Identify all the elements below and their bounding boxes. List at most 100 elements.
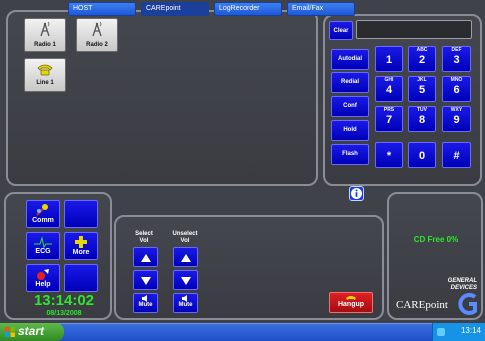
key-6[interactable]: MNO 6 bbox=[442, 76, 471, 102]
clear-button[interactable]: Clear bbox=[329, 21, 353, 40]
select-mute-label: Mute bbox=[138, 302, 153, 308]
select-vol-up-button[interactable] bbox=[133, 247, 158, 267]
key-7[interactable]: PRS 7 bbox=[375, 106, 403, 132]
taskbar-item-logrecorder[interactable]: LogRecorder bbox=[214, 2, 282, 16]
key-7-letters: PRS bbox=[383, 107, 395, 113]
key-8-letters: TUV bbox=[417, 107, 427, 113]
comm-label: Comm bbox=[32, 217, 54, 224]
key-star[interactable]: * bbox=[375, 142, 403, 168]
carepoint-swoosh-icon bbox=[458, 293, 477, 315]
start-label: start bbox=[18, 324, 45, 338]
start-button[interactable]: start bbox=[0, 323, 64, 341]
help-button[interactable]: Help bbox=[26, 264, 60, 292]
clock-date: 08/13/2008 bbox=[46, 310, 82, 317]
arrow-up-icon bbox=[180, 254, 191, 262]
nav-blank-button-2[interactable] bbox=[64, 264, 98, 292]
select-mute-button[interactable]: Mute bbox=[133, 293, 158, 313]
tray-clock: 13:14 bbox=[460, 326, 481, 335]
line-1-label: Line 1 bbox=[36, 80, 54, 86]
more-button[interactable]: More bbox=[64, 232, 98, 260]
help-icon bbox=[37, 269, 49, 280]
emailfax-label: Email/Fax bbox=[292, 5, 324, 12]
comm-button[interactable]: Comm bbox=[26, 200, 60, 228]
key-5[interactable]: JKL 5 bbox=[408, 76, 436, 102]
unselect-mute-label: Mute bbox=[178, 302, 193, 308]
taskbar-item-carepoint[interactable]: CAREpoint bbox=[141, 2, 209, 16]
radio-2-button[interactable]: Radio 2 bbox=[76, 18, 118, 52]
windows-logo-icon bbox=[5, 327, 15, 337]
unselect-vol-line1: Unselect bbox=[172, 231, 198, 237]
select-vol-line1: Select bbox=[135, 231, 153, 237]
ecg-icon bbox=[34, 236, 52, 248]
key-hash[interactable]: # bbox=[442, 142, 471, 168]
info-button[interactable] bbox=[349, 186, 364, 201]
redial-button[interactable]: Redial bbox=[331, 72, 369, 93]
unselect-mute-button[interactable]: Mute bbox=[173, 293, 198, 313]
key-8[interactable]: TUV 8 bbox=[408, 106, 436, 132]
clock-time: 13:14:02 bbox=[33, 292, 95, 309]
help-label: Help bbox=[35, 281, 51, 288]
arrow-down-icon bbox=[140, 277, 151, 285]
logrecorder-label: LogRecorder bbox=[219, 5, 260, 12]
plus-icon bbox=[75, 236, 87, 248]
key-star-symbol: * bbox=[386, 150, 392, 162]
taskbar-item-host[interactable]: HOST bbox=[68, 2, 136, 16]
unselect-vol-line2: Vol bbox=[180, 238, 190, 244]
radio-1-label: Radio 1 bbox=[34, 42, 56, 48]
ecg-label: ECG bbox=[35, 248, 51, 255]
arrow-down-icon bbox=[180, 277, 191, 285]
conf-button[interactable]: Conf bbox=[331, 96, 369, 117]
key-3-letters: DEF bbox=[451, 47, 462, 53]
nav-blank-button-1[interactable] bbox=[64, 200, 98, 228]
radio-tower-icon bbox=[40, 21, 50, 37]
ecg-button[interactable]: ECG bbox=[26, 232, 60, 260]
key-4-digit: 4 bbox=[385, 84, 393, 96]
radio-2-label: Radio 2 bbox=[86, 42, 108, 48]
autodial-button[interactable]: Autodial bbox=[331, 49, 369, 70]
key-2[interactable]: ABC 2 bbox=[408, 46, 436, 72]
key-8-digit: 8 bbox=[418, 114, 426, 126]
hangup-button[interactable]: Hangup bbox=[329, 292, 373, 313]
key-star-letters bbox=[376, 143, 402, 150]
speaker-icon bbox=[141, 295, 147, 302]
key-5-digit: 5 bbox=[418, 84, 426, 96]
tray-icon[interactable] bbox=[437, 328, 445, 336]
brand-line2: DEVICES bbox=[450, 285, 477, 291]
line-1-button[interactable]: Line 1 bbox=[24, 58, 66, 92]
hold-button[interactable]: Hold bbox=[331, 120, 369, 141]
unselect-vol-label: Unselect Vol bbox=[168, 231, 202, 245]
unselect-vol-down-button[interactable] bbox=[173, 270, 198, 290]
key-3[interactable]: DEF 3 bbox=[442, 46, 471, 72]
key-0-letters bbox=[409, 143, 435, 150]
speaker-icon bbox=[181, 295, 187, 302]
taskbar bbox=[0, 323, 485, 341]
key-9[interactable]: WXY 9 bbox=[442, 106, 471, 132]
key-hash-symbol: # bbox=[453, 150, 460, 162]
key-4-letters: GHI bbox=[384, 77, 394, 83]
unselect-vol-up-button[interactable] bbox=[173, 247, 198, 267]
key-6-letters: MNO bbox=[450, 77, 463, 83]
key-3-digit: 3 bbox=[453, 54, 460, 66]
key-hash-letters bbox=[443, 143, 470, 150]
hangup-label: Hangup bbox=[337, 301, 365, 308]
key-5-letters: JKL bbox=[417, 77, 427, 83]
host-label: HOST bbox=[73, 5, 93, 12]
dial-display bbox=[356, 20, 472, 39]
key-6-digit: 6 bbox=[453, 84, 460, 96]
system-tray: 13:14 bbox=[432, 323, 485, 341]
key-7-digit: 7 bbox=[385, 114, 393, 126]
radio-tower-icon bbox=[92, 21, 102, 37]
taskbar-item-emailfax[interactable]: Email/Fax bbox=[287, 2, 355, 16]
key-9-digit: 9 bbox=[453, 114, 460, 126]
key-4[interactable]: GHI 4 bbox=[375, 76, 403, 102]
flash-button[interactable]: Flash bbox=[331, 144, 369, 165]
key-0-digit: 0 bbox=[418, 150, 426, 162]
more-label: More bbox=[72, 249, 90, 256]
select-vol-line2: Vol bbox=[139, 238, 149, 244]
key-0[interactable]: 0 bbox=[408, 142, 436, 168]
radio-1-button[interactable]: Radio 1 bbox=[24, 18, 66, 52]
select-vol-label: Select Vol bbox=[129, 231, 159, 245]
select-vol-down-button[interactable] bbox=[133, 270, 158, 290]
key-1-digit: 1 bbox=[385, 54, 393, 66]
key-1[interactable]: 1 bbox=[375, 46, 403, 72]
